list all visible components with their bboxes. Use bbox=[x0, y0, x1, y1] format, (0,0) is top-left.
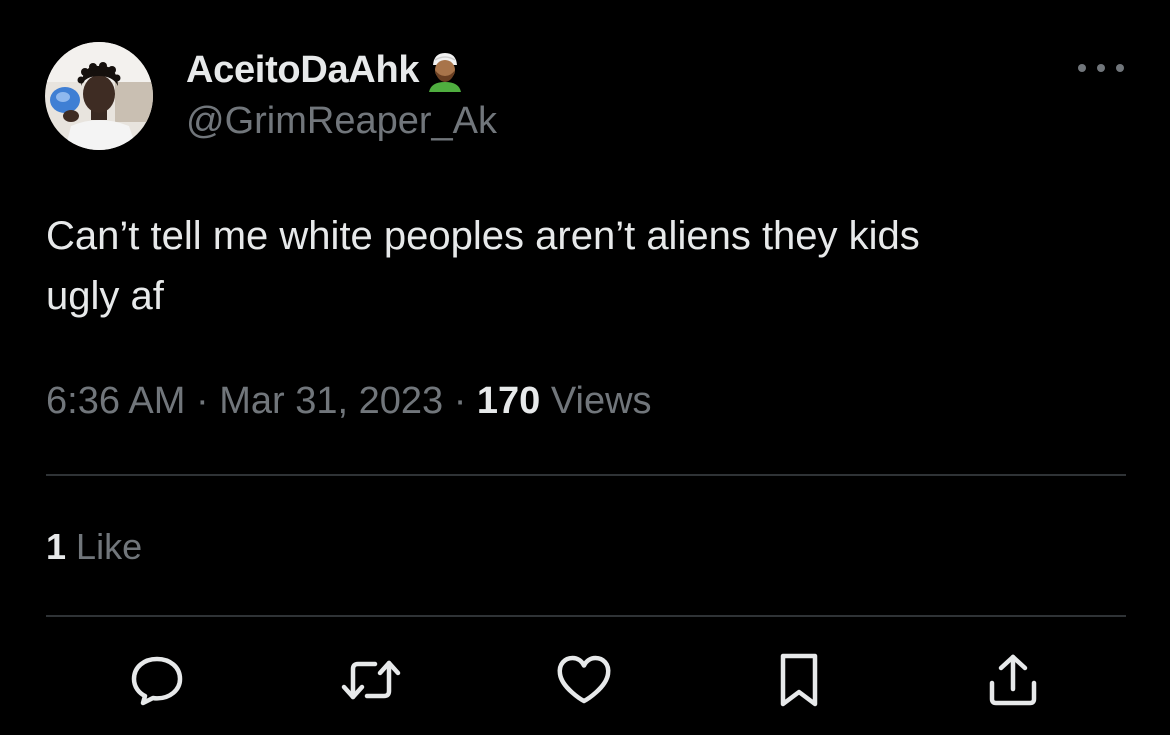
tweet-text: Can’t tell me white peoples aren’t alien… bbox=[46, 206, 1106, 326]
views-count: 170 bbox=[476, 380, 541, 422]
speech-bubble-icon bbox=[131, 656, 183, 706]
bookmark-button[interactable] bbox=[767, 648, 831, 712]
bookmark-icon bbox=[780, 653, 818, 707]
display-name[interactable]: AceitoDaAhk bbox=[186, 49, 420, 92]
avatar-image bbox=[45, 42, 153, 150]
tweet-time[interactable]: 6:36 AM bbox=[46, 380, 185, 422]
tweet-text-line: ugly af bbox=[46, 274, 164, 318]
avatar[interactable] bbox=[45, 42, 153, 150]
more-dot-icon bbox=[1097, 64, 1105, 72]
author-handle[interactable]: @GrimReaper_Ak bbox=[186, 100, 497, 143]
views-label: Views bbox=[550, 380, 652, 422]
reply-button[interactable] bbox=[125, 648, 189, 712]
share-icon bbox=[989, 654, 1037, 706]
likes-summary[interactable]: 1 Like bbox=[46, 526, 142, 568]
divider bbox=[46, 474, 1126, 476]
divider bbox=[46, 615, 1126, 617]
heart-icon bbox=[557, 655, 611, 704]
tweet-detail: AceitoDaAhk @GrimReaper_Ak Can’t tell me… bbox=[0, 0, 1170, 735]
meta-separator: · bbox=[195, 380, 209, 422]
likes-label: Like bbox=[76, 526, 143, 567]
retweet-button[interactable] bbox=[339, 648, 403, 712]
person-with-turban-emoji-icon bbox=[429, 53, 462, 92]
action-bar bbox=[0, 648, 1170, 712]
more-dot-icon bbox=[1116, 64, 1124, 72]
tweet-date[interactable]: Mar 31, 2023 bbox=[219, 380, 443, 422]
likes-count: 1 bbox=[46, 526, 67, 567]
author-name-row[interactable]: AceitoDaAhk bbox=[186, 46, 467, 94]
meta-separator: · bbox=[453, 380, 467, 422]
more-options-button[interactable] bbox=[1078, 56, 1124, 80]
like-button[interactable] bbox=[552, 648, 616, 712]
more-dot-icon bbox=[1078, 64, 1086, 72]
share-button[interactable] bbox=[981, 648, 1045, 712]
tweet-text-line: Can’t tell me white peoples aren’t alien… bbox=[46, 214, 920, 258]
tweet-meta: 6:36 AM · Mar 31, 2023 · 170 Views bbox=[46, 380, 652, 423]
retweet-icon bbox=[341, 660, 401, 700]
